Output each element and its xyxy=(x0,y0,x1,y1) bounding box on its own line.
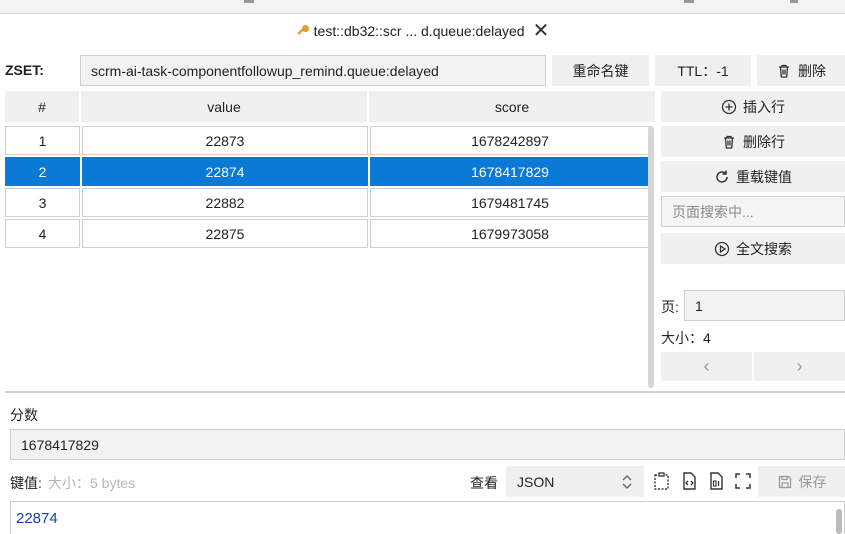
rename-key-button[interactable]: 重命名键 xyxy=(552,55,649,86)
plus-circle-icon xyxy=(721,99,737,114)
key-type-label: ZSET: xyxy=(5,62,44,78)
row-value-cell: 22882 xyxy=(82,188,368,217)
key-name-input[interactable]: scrm-ai-task-componentfollowup_remind.qu… xyxy=(80,55,546,86)
play-circle-icon xyxy=(714,241,730,256)
save-icon xyxy=(778,475,791,488)
delete-row-button[interactable]: 删除行 xyxy=(661,126,845,157)
splitter[interactable] xyxy=(5,391,845,393)
save-button[interactable]: 保存 xyxy=(758,466,845,497)
fulltext-search-label: 全文搜索 xyxy=(736,240,792,257)
reload-value-button[interactable]: 重载键值 xyxy=(661,161,845,192)
table-scrollbar[interactable] xyxy=(648,126,654,388)
row-value-cell: 22874 xyxy=(82,157,368,186)
row-index-cell: 2 xyxy=(5,157,80,186)
close-tab-icon[interactable]: ✕ xyxy=(533,21,550,41)
value-tools xyxy=(651,470,754,492)
next-page-button[interactable]: › xyxy=(754,352,845,381)
table-row[interactable]: 4 22875 1679973058 xyxy=(5,219,655,248)
prev-page-button[interactable]: ‹ xyxy=(661,352,752,381)
page-label: 页: xyxy=(661,299,679,315)
trash-icon xyxy=(779,64,789,78)
binary-file-icon[interactable] xyxy=(705,470,727,492)
table-row-selected[interactable]: 2 22874 1678417829 xyxy=(5,157,655,186)
toolbar-fragment-icon xyxy=(244,0,254,3)
table-row[interactable]: 3 22882 1679481745 xyxy=(5,188,655,217)
column-header-score[interactable]: score xyxy=(369,91,655,122)
key-tab[interactable]: test::db32::scr ... d.queue:delayed ✕ xyxy=(0,14,845,48)
value-editor[interactable]: 22874 xyxy=(10,501,845,534)
trash-icon xyxy=(724,135,734,149)
clipboard-icon[interactable] xyxy=(651,470,673,492)
rename-key-label: 重命名键 xyxy=(572,62,629,79)
table-header: # value score xyxy=(5,91,655,122)
view-label: 查看 xyxy=(470,475,498,491)
row-score-cell: 1679481745 xyxy=(370,188,650,217)
row-index-cell: 1 xyxy=(5,126,80,155)
row-value-cell: 22873 xyxy=(82,126,368,155)
ttl-label: TTL：-1 xyxy=(677,62,729,79)
toolbar-fragment-icon xyxy=(790,0,798,3)
row-index-cell: 4 xyxy=(5,219,80,248)
save-label: 保存 xyxy=(798,473,827,490)
value-scrollbar[interactable] xyxy=(836,509,842,534)
reload-value-label: 重载键值 xyxy=(736,168,792,185)
row-value-cell: 22875 xyxy=(82,219,368,248)
pager: ‹ › xyxy=(661,352,845,381)
size-label: 大小：4 xyxy=(661,330,711,346)
ttl-button[interactable]: TTL：-1 xyxy=(655,55,751,86)
table-row[interactable]: 1 22873 1678242897 xyxy=(5,126,655,155)
refresh-icon xyxy=(716,170,728,183)
page-search-input[interactable]: 页面搜索中... xyxy=(661,196,845,227)
fulltext-search-button[interactable]: 全文搜索 xyxy=(661,233,845,264)
row-score-cell: 1679973058 xyxy=(370,219,650,248)
fullscreen-icon[interactable] xyxy=(732,470,754,492)
key-icon xyxy=(296,24,310,38)
score-label: 分数 xyxy=(10,407,38,423)
row-score-cell: 1678242897 xyxy=(370,126,650,155)
insert-row-label: 插入行 xyxy=(743,98,785,115)
format-code-icon[interactable] xyxy=(678,470,700,492)
toolbar-fragment-icon xyxy=(684,0,694,3)
score-input[interactable]: 1678417829 xyxy=(10,429,845,460)
value-label: 键值: xyxy=(10,475,42,491)
value-size-hint: 大小：5 bytes xyxy=(48,475,136,491)
delete-row-label: 删除行 xyxy=(743,133,785,150)
tab-title: test::db32::scr ... d.queue:delayed xyxy=(313,23,525,39)
value-content: 22874 xyxy=(16,510,58,527)
row-score-cell: 1678417829 xyxy=(370,157,650,186)
delete-key-button[interactable]: 删除 xyxy=(757,55,845,86)
format-select[interactable]: JSON xyxy=(506,466,644,497)
updown-chevron-icon xyxy=(622,474,632,489)
column-header-index[interactable]: # xyxy=(5,91,81,122)
format-value: JSON xyxy=(517,473,555,490)
row-index-cell: 3 xyxy=(5,188,80,217)
column-header-value[interactable]: value xyxy=(81,91,369,122)
page-number-input[interactable]: 1 xyxy=(684,290,845,321)
insert-row-button[interactable]: 插入行 xyxy=(661,91,845,122)
window-top-strip xyxy=(0,0,845,14)
delete-key-label: 删除 xyxy=(798,62,826,79)
